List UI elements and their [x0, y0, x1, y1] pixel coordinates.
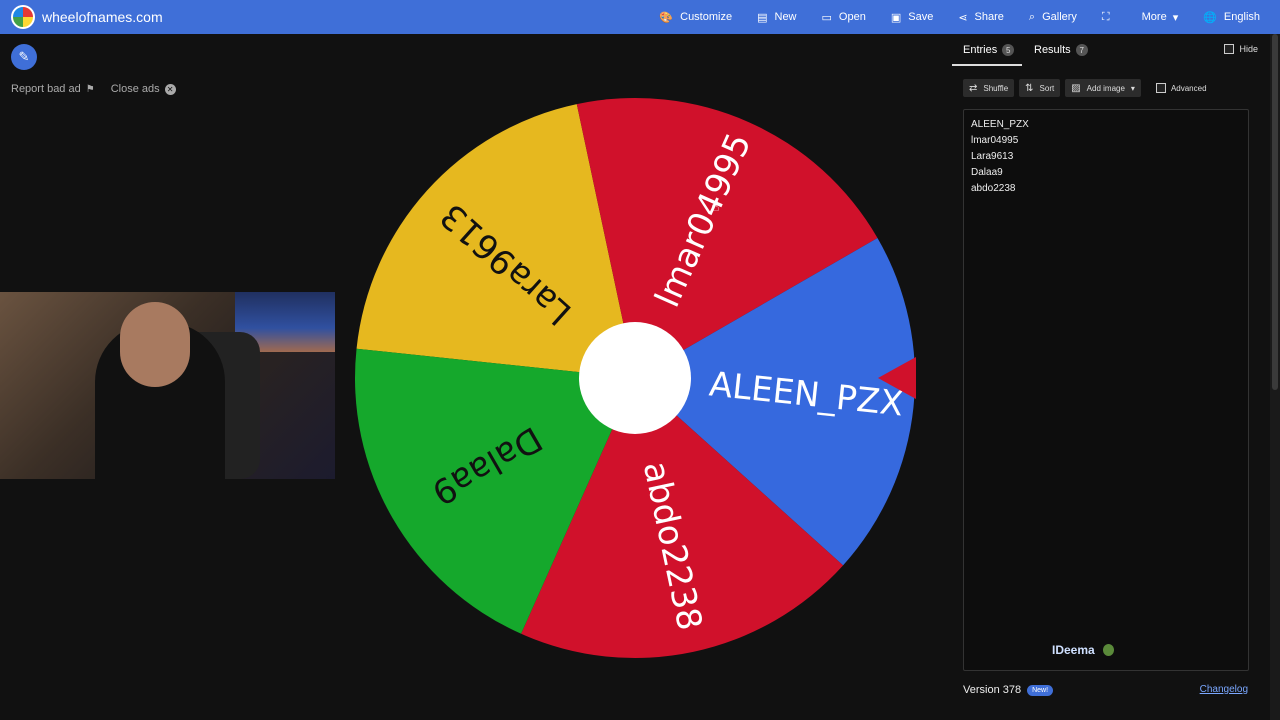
fullscreen-button[interactable]: ⛶ — [1102, 11, 1117, 24]
wheel-center-hub[interactable] — [579, 322, 691, 434]
save-icon: ▣ — [890, 11, 902, 24]
close-icon: ✕ — [164, 83, 176, 95]
entry-line: ALEEN_PZX — [971, 119, 1029, 130]
active-tab-indicator — [952, 64, 1022, 66]
palette-icon: 🎨 — [659, 11, 674, 24]
webcam-head — [120, 302, 190, 387]
report-bad-ad-link[interactable]: Report bad ad ⚑ — [11, 83, 95, 95]
chevron-down-icon: ▾ — [1172, 11, 1179, 24]
share-button[interactable]: ⋖ Share — [958, 11, 1004, 24]
hide-checkbox[interactable] — [1224, 44, 1235, 54]
customize-button[interactable]: 🎨 Customize — [659, 11, 732, 24]
entry-line: Lara9613 — [971, 151, 1014, 162]
entries-count-badge: 5 — [1002, 44, 1015, 56]
wheel-logo-icon[interactable] — [11, 5, 35, 29]
page-scrollbar[interactable] — [1270, 34, 1280, 720]
top-bar: wheelofnames.com 🎨 Customize ▤ New ▭ Open ▣… — [0, 0, 1280, 34]
shuffle-icon: ⇄ — [969, 82, 978, 94]
close-ads-link[interactable]: Close ads ✕ — [111, 83, 176, 95]
image-icon: ▨ — [1071, 82, 1081, 94]
leaf-icon — [1102, 644, 1114, 656]
webcam-overlay — [0, 292, 335, 479]
site-title[interactable]: wheelofnames.com — [42, 9, 163, 25]
new-button[interactable]: ▤ New — [757, 11, 796, 24]
tab-results[interactable]: Results 7 — [1034, 44, 1088, 56]
entry-line: lmar04995 — [971, 135, 1019, 146]
share-icon: ⋖ — [958, 11, 968, 24]
more-button[interactable]: More ▾ — [1142, 11, 1179, 24]
ad-links: Report bad ad ⚑ Close ads ✕ — [11, 83, 176, 95]
advanced-toggle[interactable]: Advanced — [1155, 83, 1207, 93]
changelog-link[interactable]: Changelog — [1200, 684, 1248, 695]
sort-button[interactable]: ⇅ Sort — [1019, 79, 1061, 97]
mouse-cursor-icon: ☝ — [711, 198, 720, 214]
scrollbar-thumb[interactable] — [1272, 34, 1278, 390]
language-button[interactable]: 🌐 English — [1203, 11, 1260, 24]
wheel-svg[interactable]: Lara9613 lmar04995ALEEN_PZXabdo2238Dalaa9 — [350, 93, 920, 663]
open-button[interactable]: ▭ Open — [822, 11, 866, 24]
file-icon: ▤ — [757, 11, 768, 24]
add-image-button[interactable]: ▨ Add image ▾ — [1065, 79, 1141, 97]
side-panel: Entries 5 Results 7 Hide ⇄ Shuffle ⇅ Sort ▨ A… — [952, 34, 1270, 720]
entries-toolbar: ⇄ Shuffle ⇅ Sort ▨ Add image ▾ Advanced — [963, 79, 1207, 97]
top-menu: 🎨 Customize ▤ New ▭ Open ▣ Save ⋖ Share ⌕ Gall… — [634, 0, 1260, 34]
sort-icon: ⇅ — [1025, 82, 1034, 94]
version-info: Version 378 New! — [963, 684, 1054, 696]
folder-icon: ▭ — [821, 11, 832, 24]
gallery-button[interactable]: ⌕ Gallery — [1029, 11, 1077, 24]
new-badge: New! — [1027, 684, 1054, 696]
entry-line: Dalaa9 — [971, 167, 1003, 178]
wheel[interactable]: Lara9613 lmar04995 ALEEN_PZX abdo2238 Dalaa9 — [350, 93, 920, 663]
results-count-badge: 7 — [1075, 44, 1088, 56]
save-button[interactable]: ▣ Save — [891, 11, 933, 24]
globe-icon: 🌐 — [1203, 11, 1217, 24]
pencil-icon: ✎ — [18, 49, 30, 64]
brand-watermark: IDeema — [1052, 643, 1114, 657]
edit-pencil-button[interactable]: ✎ — [11, 44, 37, 70]
entry-line: abdo2238 — [971, 183, 1016, 194]
chevron-down-icon: ▾ — [1130, 83, 1135, 93]
shuffle-button[interactable]: ⇄ Shuffle — [963, 79, 1015, 97]
panel-tabs: Entries 5 Results 7 Hide — [952, 44, 1270, 68]
hide-toggle[interactable]: Hide — [1224, 44, 1258, 54]
fullscreen-icon: ⛶ — [1101, 10, 1110, 23]
advanced-checkbox[interactable] — [1155, 83, 1166, 93]
entries-textarea[interactable]: ALEEN_PZX lmar04995 Lara9613 Dalaa9 abdo… — [963, 109, 1249, 671]
flag-icon: ⚑ — [85, 83, 95, 95]
tab-entries[interactable]: Entries 5 — [963, 44, 1015, 56]
search-icon: ⌕ — [1028, 10, 1036, 23]
